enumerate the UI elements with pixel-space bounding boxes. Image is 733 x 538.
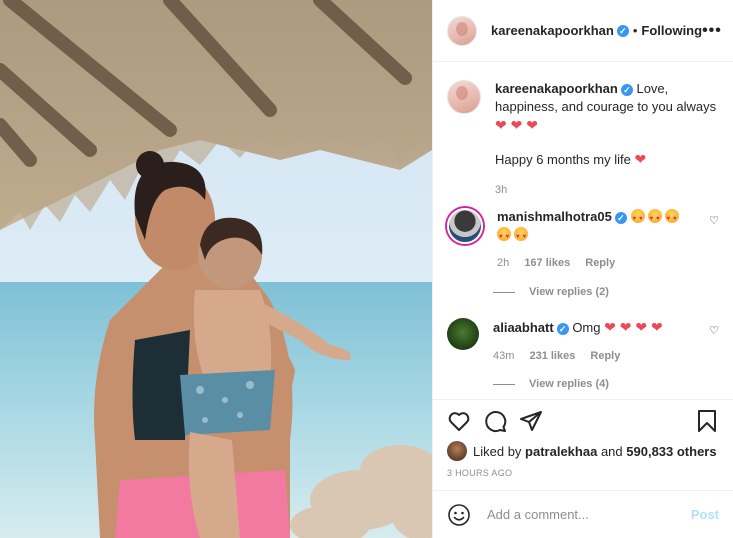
author-avatar[interactable] [447, 15, 477, 46]
verified-badge-icon: ✓ [614, 211, 627, 224]
liker-avatar[interactable] [447, 441, 467, 461]
liked-by-others[interactable]: 590,833 others [626, 444, 716, 459]
post-header: kareenakapoorkhan ✓ • Following ••• [433, 0, 733, 62]
add-comment-bar: Post [433, 490, 733, 538]
comment-like-icon[interactable]: ♡ [709, 324, 719, 337]
comment-hearts: ❤ ❤ ❤ ❤ [604, 319, 663, 335]
comment-username[interactable]: manishmalhotra05 [497, 209, 612, 224]
view-replies-button[interactable]: View replies (2) [493, 286, 609, 298]
action-bar [433, 399, 733, 441]
liked-by-user[interactable]: patralekhaa [525, 444, 597, 459]
liked-by-prefix: Liked by [473, 443, 522, 459]
following-button[interactable]: Following [641, 23, 702, 38]
author-username[interactable]: kareenakapoorkhan [491, 23, 614, 38]
verified-badge-icon: ✓ [620, 83, 633, 96]
comment-body: aliaabhatt ✓ Omg ❤ ❤ ❤ ❤ 43m 231 likes Re… [493, 318, 719, 365]
commenter-avatar[interactable] [447, 208, 483, 244]
verified-badge-icon: ✓ [556, 322, 569, 335]
post-side-panel: kareenakapoorkhan ✓ • Following ••• kare… [432, 0, 733, 538]
reply-button[interactable]: Reply [590, 350, 620, 362]
comment-like-icon[interactable]: ♡ [709, 214, 719, 227]
verified-badge-icon: ✓ [616, 24, 629, 37]
heart-icon[interactable] [447, 409, 471, 433]
comment-time[interactable]: 2h [497, 257, 509, 269]
view-replies-label[interactable]: View replies (4) [529, 378, 609, 390]
liked-by: Liked by patralekhaa and 590,833 others [447, 441, 719, 461]
comment-body: manishmalhotra05✓ 2h 167 likes Reply [497, 208, 719, 272]
save-icon[interactable] [695, 409, 719, 433]
comment-likes[interactable]: 231 likes [529, 350, 575, 362]
caption: kareenakapoorkhan ✓ Love, happiness, and … [447, 80, 719, 199]
comment-username[interactable]: aliaabhatt [493, 320, 554, 335]
comments-section[interactable]: kareenakapoorkhan ✓ Love, happiness, and … [433, 62, 733, 399]
comment: manishmalhotra05✓ 2h 167 likes Reply ♡ [447, 208, 719, 272]
view-replies-label[interactable]: View replies (2) [529, 286, 609, 298]
separator-dot: • [632, 23, 638, 38]
post-photo[interactable] [0, 0, 432, 538]
smile-icon[interactable] [447, 503, 471, 527]
view-replies-button[interactable]: View replies (4) [493, 378, 609, 390]
comment-time[interactable]: 43m [493, 350, 514, 362]
caption-avatar[interactable] [447, 80, 481, 114]
comment-likes[interactable]: 167 likes [524, 257, 570, 269]
liked-by-and: and [600, 443, 623, 459]
caption-line2-heart: ❤ [634, 151, 647, 167]
share-icon[interactable] [519, 409, 543, 433]
reply-button[interactable]: Reply [585, 257, 615, 269]
heart-eyes-emoji [630, 209, 682, 228]
heart-eyes-emoji [497, 226, 719, 246]
caption-line2: Happy 6 months my life [495, 152, 631, 167]
post-timestamp[interactable]: 3 HOURS AGO [447, 468, 512, 478]
commenter-avatar[interactable] [447, 318, 479, 350]
replies-divider [493, 291, 515, 293]
caption-body: kareenakapoorkhan ✓ Love, happiness, and … [495, 80, 719, 199]
caption-hearts: ❤ ❤ ❤ [495, 117, 538, 133]
more-options-button[interactable]: ••• [702, 22, 722, 40]
comment-text: Omg [572, 320, 601, 335]
comment: aliaabhatt ✓ Omg ❤ ❤ ❤ ❤ 43m 231 likes Re… [447, 318, 719, 365]
comment-input[interactable] [485, 506, 691, 523]
replies-divider [493, 383, 515, 385]
instagram-post-view: kareenakapoorkhan ✓ • Following ••• kare… [0, 0, 733, 538]
caption-time[interactable]: 3h [495, 184, 507, 196]
comment-icon[interactable] [483, 409, 507, 433]
post-comment-button[interactable]: Post [691, 507, 719, 522]
caption-username[interactable]: kareenakapoorkhan [495, 81, 618, 96]
